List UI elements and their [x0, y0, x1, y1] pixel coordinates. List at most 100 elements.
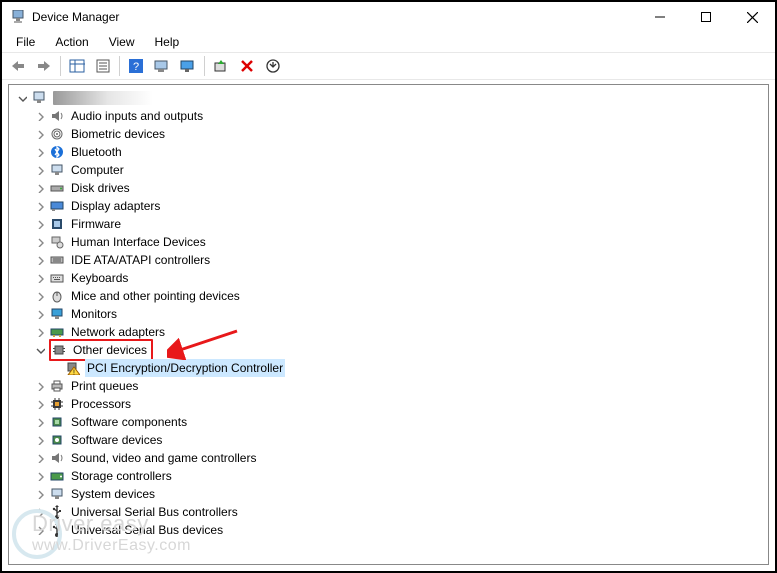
expander-closed-icon[interactable]	[33, 289, 47, 303]
show-hide-tree-button[interactable]	[65, 55, 89, 77]
menu-action[interactable]: Action	[45, 33, 98, 51]
usb-icon	[49, 522, 65, 538]
expander-closed-icon[interactable]	[33, 109, 47, 123]
tree-item-label: Audio inputs and outputs	[69, 107, 205, 125]
toolbar-separator	[60, 56, 61, 76]
tree-item-label: Sound, video and game controllers	[69, 449, 258, 467]
processor-icon	[49, 396, 65, 412]
expander-closed-icon[interactable]	[33, 379, 47, 393]
back-button[interactable]	[6, 55, 30, 77]
device-tree: Audio inputs and outputs Biometric devic…	[9, 85, 768, 543]
menu-view[interactable]: View	[99, 33, 145, 51]
mouse-icon	[49, 288, 65, 304]
forward-button[interactable]	[32, 55, 56, 77]
tree-item-keyboards[interactable]: Keyboards	[9, 269, 768, 287]
tree-item-audio[interactable]: Audio inputs and outputs	[9, 107, 768, 125]
display-adapter-icon	[49, 198, 65, 214]
tree-item-sound[interactable]: Sound, video and game controllers	[9, 449, 768, 467]
tree-item-software-components[interactable]: Software components	[9, 413, 768, 431]
tree-item-biometric[interactable]: Biometric devices	[9, 125, 768, 143]
network-icon	[49, 324, 65, 340]
tree-root[interactable]	[9, 89, 768, 107]
expander-closed-icon[interactable]	[33, 127, 47, 141]
expander-closed-icon[interactable]	[33, 487, 47, 501]
expander-closed-icon[interactable]	[33, 451, 47, 465]
tree-item-label: Universal Serial Bus controllers	[69, 503, 240, 521]
expander-closed-icon[interactable]	[33, 433, 47, 447]
help-button[interactable]: ?	[124, 55, 148, 77]
window-title: Device Manager	[32, 10, 637, 24]
tree-item-label: Bluetooth	[69, 143, 124, 161]
expander-closed-icon[interactable]	[33, 505, 47, 519]
tree-item-system[interactable]: System devices	[9, 485, 768, 503]
tree-item-monitors[interactable]: Monitors	[9, 305, 768, 323]
expander-closed-icon[interactable]	[33, 181, 47, 195]
expander-closed-icon[interactable]	[33, 235, 47, 249]
expander-closed-icon[interactable]	[33, 415, 47, 429]
other-devices-icon	[51, 342, 67, 358]
expander-closed-icon[interactable]	[33, 163, 47, 177]
menu-help[interactable]: Help	[145, 33, 190, 51]
expander-closed-icon[interactable]	[33, 325, 47, 339]
expander-closed-icon[interactable]	[33, 307, 47, 321]
tree-item-label: System devices	[69, 485, 157, 503]
tree-item-label: IDE ATA/ATAPI controllers	[69, 251, 212, 269]
tree-item-mice[interactable]: Mice and other pointing devices	[9, 287, 768, 305]
expander-closed-icon[interactable]	[33, 271, 47, 285]
tree-item-usb-controllers[interactable]: Universal Serial Bus controllers	[9, 503, 768, 521]
expander-closed-icon[interactable]	[33, 217, 47, 231]
toolbar-separator	[204, 56, 205, 76]
maximize-button[interactable]	[683, 2, 729, 32]
tree-item-label: PCI Encryption/Decryption Controller	[85, 359, 285, 377]
monitor-icon	[49, 306, 65, 322]
expander-closed-icon[interactable]	[33, 145, 47, 159]
minimize-button[interactable]	[637, 2, 683, 32]
tree-item-storage[interactable]: Storage controllers	[9, 467, 768, 485]
close-button[interactable]	[729, 2, 775, 32]
tree-item-pci-encryption[interactable]: ! PCI Encryption/Decryption Controller	[9, 359, 768, 377]
app-icon	[10, 9, 26, 25]
tree-item-ide[interactable]: IDE ATA/ATAPI controllers	[9, 251, 768, 269]
disable-device-button[interactable]	[261, 55, 285, 77]
computer-icon	[49, 162, 65, 178]
expander-closed-icon[interactable]	[33, 199, 47, 213]
system-icon	[49, 486, 65, 502]
tree-item-bluetooth[interactable]: Bluetooth	[9, 143, 768, 161]
firmware-icon	[49, 216, 65, 232]
svg-text:?: ?	[133, 61, 139, 73]
tree-item-usb-devices[interactable]: Universal Serial Bus devices	[9, 521, 768, 539]
bluetooth-icon	[49, 144, 65, 160]
tree-item-hid[interactable]: Human Interface Devices	[9, 233, 768, 251]
expander-closed-icon[interactable]	[33, 469, 47, 483]
software-device-icon	[49, 432, 65, 448]
storage-icon	[49, 468, 65, 484]
tree-item-print-queues[interactable]: Print queues	[9, 377, 768, 395]
tree-item-display[interactable]: Display adapters	[9, 197, 768, 215]
uninstall-device-button[interactable]	[235, 55, 259, 77]
expander-open-icon[interactable]	[33, 343, 47, 357]
root-blurred-label	[53, 91, 153, 105]
device-monitor-button[interactable]	[176, 55, 200, 77]
expander-closed-icon[interactable]	[33, 397, 47, 411]
tree-item-disk-drives[interactable]: Disk drives	[9, 179, 768, 197]
tree-item-label: Display adapters	[69, 197, 162, 215]
window-controls	[637, 2, 775, 32]
hid-icon	[49, 234, 65, 250]
tree-item-processors[interactable]: Processors	[9, 395, 768, 413]
tree-item-other-devices[interactable]: Other devices	[9, 341, 768, 359]
properties-button[interactable]	[91, 55, 115, 77]
scan-hardware-button[interactable]	[150, 55, 174, 77]
expander-closed-icon[interactable]	[33, 523, 47, 537]
expander-closed-icon[interactable]	[33, 253, 47, 267]
tree-item-computer[interactable]: Computer	[9, 161, 768, 179]
tree-item-software-devices[interactable]: Software devices	[9, 431, 768, 449]
tree-item-label: Processors	[69, 395, 133, 413]
update-driver-button[interactable]	[209, 55, 233, 77]
tree-container[interactable]: Audio inputs and outputs Biometric devic…	[8, 84, 769, 565]
toolbar: ?	[2, 52, 775, 80]
expander-open-icon[interactable]	[15, 91, 29, 105]
tree-item-label: Human Interface Devices	[69, 233, 208, 251]
tree-item-firmware[interactable]: Firmware	[9, 215, 768, 233]
menu-file[interactable]: File	[6, 33, 45, 51]
usb-icon	[49, 504, 65, 520]
